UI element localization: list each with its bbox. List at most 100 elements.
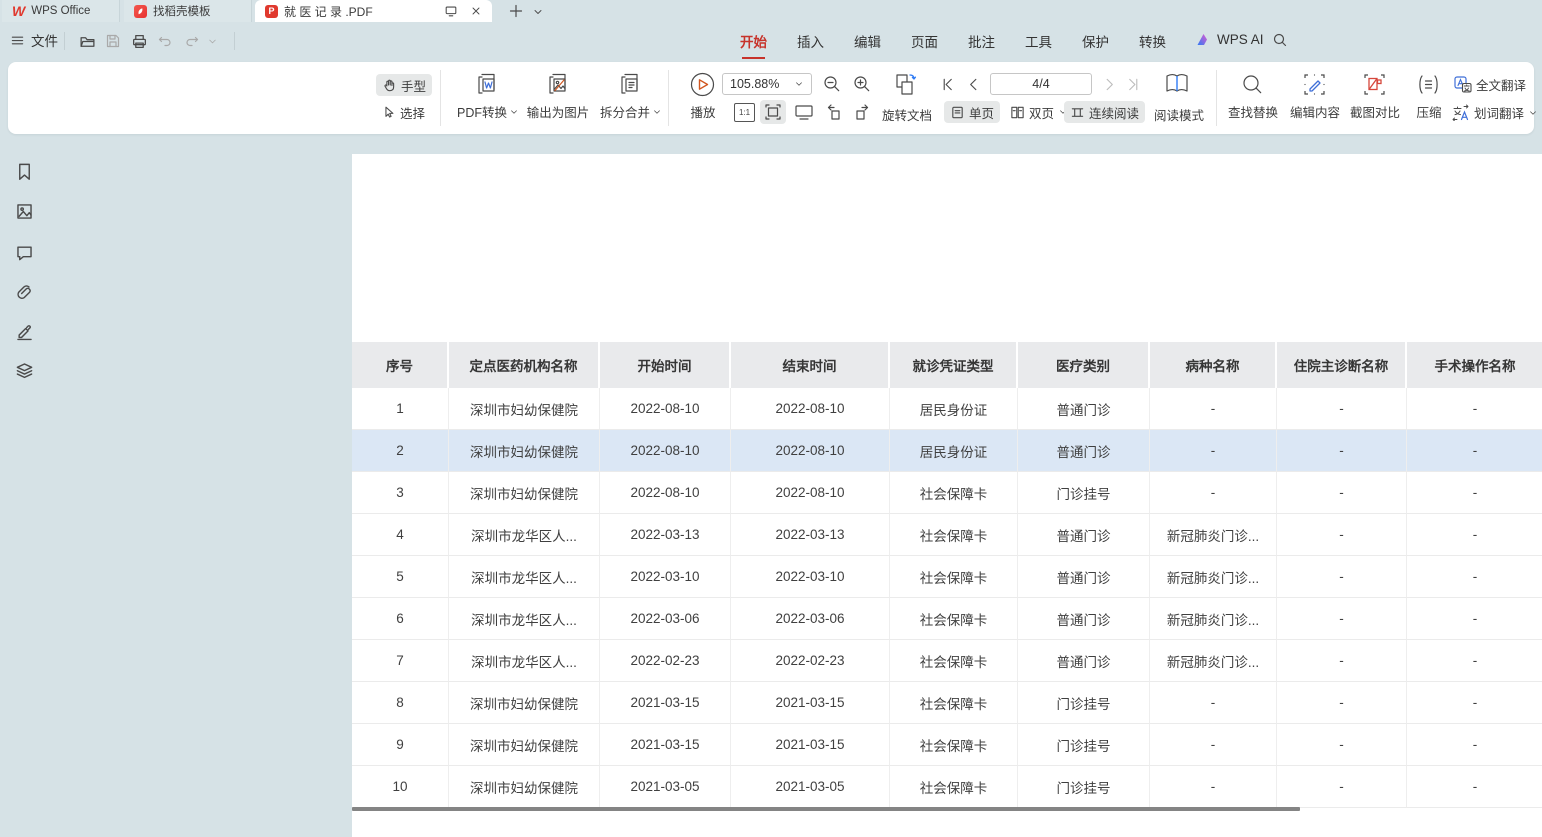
tab-active-pdf[interactable]: P 就 医 记 录 .PDF [255,0,492,22]
word-translate-button[interactable]: 划词翻译 [1452,103,1538,122]
hand-tool-button[interactable]: 手型 [376,74,432,96]
zoom-in-icon[interactable] [852,74,872,94]
table-row[interactable]: 4深圳市龙华区人...2022-03-132022-03-13社会保障卡普通门诊… [352,514,1542,556]
comment-icon [15,243,34,262]
table-cell: - [1407,724,1542,766]
table-cell: 2021-03-15 [600,682,731,724]
menu-tab-page[interactable]: 页面 [911,25,938,57]
zoom-out-icon[interactable] [822,74,842,94]
redo-button[interactable] [181,30,203,52]
compress-label: 压缩 [1416,106,1441,120]
pdf-convert-label: PDF转换 [457,102,507,121]
page-indicator-value: 4/4 [1032,77,1049,91]
menu-tab-convert[interactable]: 转换 [1139,25,1166,57]
tab-wps-office[interactable]: W WPS Office [2,0,120,22]
table-body: 1深圳市妇幼保健院2022-08-102022-08-10居民身份证普通门诊--… [352,388,1542,808]
print-button[interactable] [128,30,150,52]
select-tool-button[interactable]: 选择 [376,101,431,123]
table-cell: 2021-03-15 [600,724,731,766]
table-cell: 社会保障卡 [890,598,1018,640]
medical-records-table: 序号定点医药机构名称开始时间结束时间就诊凭证类型医疗类别病种名称住院主诊断名称手… [352,342,1542,808]
table-cell: 居民身份证 [890,430,1018,472]
pen-sign-icon [15,322,34,341]
page-number-input[interactable]: 4/4 [990,73,1092,95]
table-cell: 6 [352,598,449,640]
table-row[interactable]: 8深圳市妇幼保健院2021-03-152021-03-15社会保障卡门诊挂号--… [352,682,1542,724]
select-tool-label: 选择 [400,103,425,122]
table-cell: - [1407,514,1542,556]
continuous-reading-button[interactable]: 连续阅读 [1064,101,1145,123]
save-icon [105,33,121,49]
table-cell: 2022-03-13 [731,514,890,556]
rotate-right-icon[interactable] [852,102,872,122]
table-cell: 2021-03-05 [600,766,731,808]
rotate-doc-label[interactable]: 旋转文档 [882,105,932,124]
table-cell: - [1277,556,1407,598]
quick-access-chevron-icon[interactable] [207,36,218,47]
menu-tab-protect[interactable]: 保护 [1082,25,1109,57]
table-row[interactable]: 10深圳市妇幼保健院2021-03-052021-03-05社会保障卡门诊挂号-… [352,766,1542,808]
tab-label: 就 医 记 录 .PDF [284,3,438,20]
attachment-panel-button[interactable] [13,280,35,302]
continuous-reading-icon [1070,105,1085,120]
menu-tab-edit[interactable]: 编辑 [854,25,881,57]
table-row[interactable]: 5深圳市龙华区人...2022-03-102022-03-10社会保障卡普通门诊… [352,556,1542,598]
table-cell: 5 [352,556,449,598]
table-cell: - [1407,388,1542,430]
close-tab-icon[interactable] [470,5,482,17]
save-button[interactable] [102,30,124,52]
table-row[interactable]: 6深圳市龙华区人...2022-03-062022-03-06社会保障卡普通门诊… [352,598,1542,640]
undo-button[interactable] [154,30,176,52]
menu-tab-home[interactable]: 开始 [740,25,767,57]
hamburger-icon [10,33,25,48]
single-page-button[interactable]: 单页 [944,101,1000,123]
table-cell: 普通门诊 [1018,556,1150,598]
table-header-cell: 手术操作名称 [1407,342,1542,388]
wps-pdf-window: { "tabbar": { "tabs": [ {"label": "WPS O… [0,0,1542,837]
divider [64,32,65,50]
table-row[interactable]: 1深圳市妇幼保健院2022-08-102022-08-10居民身份证普通门诊--… [352,388,1542,430]
monitor-icon[interactable] [444,4,458,18]
table-row[interactable]: 9深圳市妇幼保健院2021-03-152021-03-15社会保障卡门诊挂号--… [352,724,1542,766]
table-scrollbar-thumb[interactable] [352,807,1300,811]
menu-tab-tools[interactable]: 工具 [1025,25,1052,57]
zoom-level-select[interactable]: 105.88% [722,73,812,95]
divider [234,32,235,50]
new-tab-plus-icon[interactable] [508,3,524,19]
open-file-button[interactable] [76,30,98,52]
layers-panel-button[interactable] [13,359,35,381]
table-cell: 社会保障卡 [890,514,1018,556]
thumbnail-panel-button[interactable] [13,200,35,222]
menu-tab-insert[interactable]: 插入 [797,25,824,57]
next-page-icon[interactable] [1102,77,1117,92]
table-row[interactable]: 2深圳市妇幼保健院2022-08-102022-08-10居民身份证普通门诊--… [352,430,1542,472]
screenshot-compare-label: 截图对比 [1350,106,1400,120]
wps-ai-button[interactable]: WPS AI [1196,32,1264,47]
rotate-left-icon[interactable] [824,102,844,122]
file-menu-button[interactable]: 文件 [10,30,58,50]
tab-docer-templates[interactable]: 找稻壳模板 [124,0,252,22]
menu-search-icon[interactable] [1272,32,1288,48]
table-row[interactable]: 3深圳市妇幼保健院2022-08-102022-08-10社会保障卡门诊挂号--… [352,472,1542,514]
table-cell: 新冠肺炎门诊... [1150,598,1277,640]
fit-width-button[interactable] [760,100,786,124]
fit-page-icon[interactable] [794,103,814,121]
last-page-icon[interactable] [1126,77,1141,92]
comment-panel-button[interactable] [13,241,35,263]
replace-pages-icon[interactable] [892,71,920,99]
prev-page-icon[interactable] [966,77,981,92]
read-mode-label[interactable]: 阅读模式 [1154,105,1204,124]
table-cell: 3 [352,472,449,514]
actual-size-button[interactable]: 1:1 [734,103,755,122]
signature-panel-button[interactable] [13,320,35,342]
table-cell: 2022-08-10 [600,388,731,430]
first-page-icon[interactable] [940,77,955,92]
read-mode-icon[interactable] [1164,71,1192,97]
table-row[interactable]: 7深圳市龙华区人...2022-02-232022-02-23社会保障卡普通门诊… [352,640,1542,682]
table-cell: 社会保障卡 [890,556,1018,598]
play-icon [689,71,716,98]
bookmark-panel-button[interactable] [13,160,35,182]
menu-tab-comment[interactable]: 批注 [968,25,995,57]
tab-list-chevron-icon[interactable] [532,6,544,18]
full-translate-button[interactable]: 全文翻译 [1454,75,1526,94]
